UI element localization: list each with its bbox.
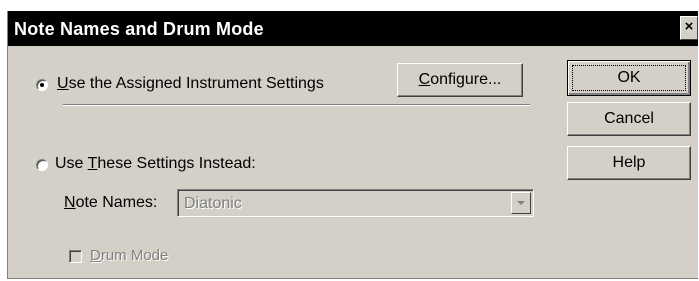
dialog-title: Note Names and Drum Mode — [14, 19, 264, 39]
note-names-drum-mode-dialog: Note Names and Drum Mode × Use the Assig… — [7, 11, 698, 279]
close-icon: × — [684, 18, 694, 35]
close-button[interactable]: × — [680, 16, 698, 40]
radio-use-assigned-settings[interactable] — [36, 79, 48, 91]
configure-button[interactable]: Configure... — [397, 63, 523, 97]
dropdown-button[interactable] — [511, 192, 531, 214]
help-button[interactable]: Help — [567, 146, 691, 180]
use-these-settings-label[interactable]: Use These Settings Instead: — [55, 155, 256, 173]
note-names-selected-value: Diatonic — [184, 195, 242, 212]
drum-mode-label[interactable]: Drum Mode — [90, 247, 168, 264]
separator-line — [63, 104, 530, 106]
cancel-button[interactable]: Cancel — [567, 102, 691, 136]
note-names-label: Note Names: — [64, 194, 158, 211]
title-bar[interactable]: Note Names and Drum Mode × — [8, 11, 698, 46]
ok-button[interactable]: OK — [567, 60, 691, 96]
radio-use-these-settings[interactable] — [36, 159, 48, 171]
use-assigned-settings-label[interactable]: Use the Assigned Instrument Settings — [57, 75, 324, 93]
drum-mode-checkbox[interactable] — [69, 250, 82, 263]
note-names-dropdown[interactable]: Diatonic — [177, 189, 534, 217]
radio-selected-dot — [40, 83, 44, 87]
chevron-down-icon — [517, 201, 525, 205]
